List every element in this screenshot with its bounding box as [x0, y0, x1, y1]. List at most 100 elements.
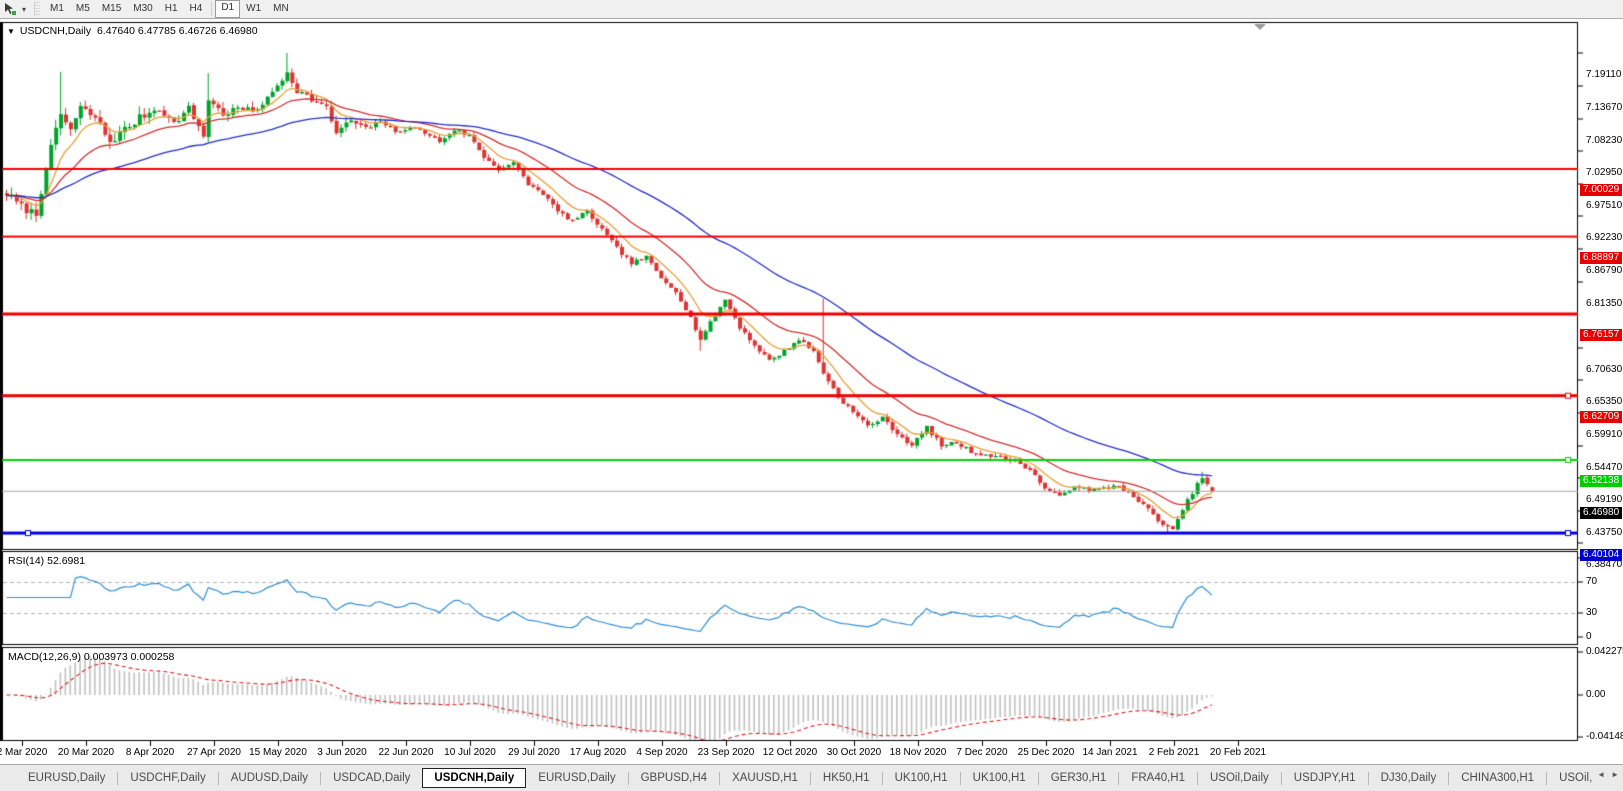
date-tick-label: 17 Aug 2020: [570, 747, 626, 758]
chart-tab-uk100-h1[interactable]: UK100,H1: [883, 769, 960, 787]
chart-tab-eurusd-daily[interactable]: EURUSD,Daily: [526, 769, 627, 787]
mt4-window: { "toolbar": { "cursor_icon": "chart-cur…: [0, 0, 1623, 791]
symbol-name: USDCNH,Daily: [20, 25, 91, 37]
chevron-down-icon[interactable]: ▾: [20, 5, 30, 14]
price-tick-label: 6.65350: [1586, 396, 1622, 407]
rsi-name: RSI(14): [8, 555, 44, 567]
chart-tab-usdcnh-daily[interactable]: USDCNH,Daily: [422, 768, 526, 788]
price-tick-label: 6.59910: [1586, 429, 1622, 440]
date-tick-label: 29 Jul 2020: [508, 747, 560, 758]
date-tick-label: 4 Sep 2020: [636, 747, 687, 758]
chart-tab-usdchf-daily[interactable]: USDCHF,Daily: [118, 769, 217, 787]
date-tick-label: 14 Jan 2021: [1082, 747, 1137, 758]
price-line-badge: 7.00029: [1580, 184, 1622, 196]
price-tick-label: 7.13670: [1586, 102, 1622, 113]
period-button-m30[interactable]: M30: [127, 1, 158, 17]
toolbar-separator: [211, 2, 212, 16]
rsi-label: RSI(14) 52.6981: [8, 555, 85, 567]
ohlc-open: 6.47640: [97, 25, 135, 37]
price-tick-label: 6.54470: [1586, 462, 1622, 473]
rsi-tick-label: 30: [1586, 607, 1597, 618]
price-tick-label: 6.81350: [1586, 298, 1622, 309]
macd-signal-value: 0.000258: [131, 651, 175, 663]
toolbar-grip[interactable]: [34, 2, 40, 16]
date-tick-label: 25 Dec 2020: [1018, 747, 1075, 758]
price-tick-label: 6.70630: [1586, 364, 1622, 375]
price-line-badge: 6.52138: [1580, 475, 1622, 487]
date-tick-label: 3 Jun 2020: [317, 747, 367, 758]
rsi-value: 52.6981: [47, 555, 85, 567]
macd-main-value: 0.003973: [84, 651, 128, 663]
macd-name: MACD(12,26,9): [8, 651, 81, 663]
rsi-tick-label: 0: [1586, 631, 1592, 642]
ohlc-low: 6.46726: [179, 25, 217, 37]
date-tick-label: 30 Oct 2020: [827, 747, 881, 758]
chart-tab-bar: EURUSD,DailyUSDCHF,DailyAUDUSD,DailyUSDC…: [0, 764, 1623, 791]
chart-tab-ger30-h1[interactable]: GER30,H1: [1039, 769, 1119, 787]
tab-scroll-buttons: ◄ ►: [1597, 770, 1619, 779]
date-tick-label: 20 Feb 2021: [1210, 747, 1266, 758]
price-tick-label: 6.86790: [1586, 265, 1622, 276]
macd-label: MACD(12,26,9) 0.003973 0.000258: [8, 651, 174, 663]
period-button-h4[interactable]: H4: [184, 1, 209, 17]
date-tick-label: 20 Mar 2020: [58, 747, 114, 758]
date-tick-label: 8 Apr 2020: [126, 747, 174, 758]
period-button-w1[interactable]: W1: [240, 1, 267, 17]
chart-tab-usdjpy-h1[interactable]: USDJPY,H1: [1282, 769, 1368, 787]
toolbar: ▾ M1M5M15M30H1H4 D1W1MN: [0, 0, 1623, 19]
period-button-m5[interactable]: M5: [70, 1, 96, 17]
ohlc-close: 6.46980: [220, 25, 258, 37]
ohlc-high: 6.47785: [138, 25, 176, 37]
date-tick-label: 18 Nov 2020: [890, 747, 947, 758]
macd-tick-label: -0.04148: [1586, 731, 1623, 742]
chart-tab-china300-h1[interactable]: CHINA300,H1: [1449, 769, 1546, 787]
price-line-badge: 6.62709: [1580, 411, 1622, 423]
chart-tab-gbpusd-h4[interactable]: GBPUSD,H4: [629, 769, 719, 787]
price-tick-label: 7.02950: [1586, 167, 1622, 178]
chart-title: ▼ USDCNH,Daily 6.47640 6.47785 6.46726 6.…: [7, 25, 258, 37]
date-tick-label: 10 Jul 2020: [444, 747, 496, 758]
period-button-m15[interactable]: M15: [96, 1, 127, 17]
price-tick-label: 7.08230: [1586, 135, 1622, 146]
price-line-badge: 6.40104: [1580, 549, 1622, 561]
period-button-d1[interactable]: D1: [215, 0, 240, 18]
chart-tab-eurusd-daily[interactable]: EURUSD,Daily: [16, 769, 117, 787]
price-tick-label: 6.49190: [1586, 494, 1622, 505]
price-axis[interactable]: 7.191107.136707.082307.029506.975106.922…: [1578, 22, 1623, 741]
macd-tick-label: 0.042275: [1586, 646, 1623, 657]
chart-tab-usoil-daily[interactable]: USOil,Daily: [1198, 769, 1281, 787]
chart-tab-usdcad-daily[interactable]: USDCAD,Daily: [321, 769, 422, 787]
date-axis[interactable]: 2 Mar 202020 Mar 20208 Apr 202027 Apr 20…: [0, 741, 1578, 763]
symbol-dropdown-icon[interactable]: ▼: [7, 27, 15, 36]
price-line-badge: 6.88897: [1580, 252, 1622, 264]
price-tick-label: 6.97510: [1586, 200, 1622, 211]
date-tick-label: 27 Apr 2020: [187, 747, 241, 758]
period-toolbar: M1M5M15M30H1H4 D1W1MN: [44, 0, 295, 18]
chart-canvas[interactable]: [0, 0, 1623, 791]
chart-tab-usoil-[interactable]: USOil,: [1547, 769, 1604, 787]
price-tick-label: 6.92230: [1586, 232, 1622, 243]
period-button-h1[interactable]: H1: [159, 1, 184, 17]
macd-tick-label: 0.00: [1586, 689, 1605, 700]
chart-tab-audusd-daily[interactable]: AUDUSD,Daily: [219, 769, 320, 787]
chart-tab-xauusd-h1[interactable]: XAUUSD,H1: [720, 769, 810, 787]
date-tick-label: 23 Sep 2020: [698, 747, 755, 758]
date-tick-label: 22 Jun 2020: [378, 747, 433, 758]
chart-tab-uk100-h1[interactable]: UK100,H1: [961, 769, 1038, 787]
chart-tab-fra40-h1[interactable]: FRA40,H1: [1119, 769, 1197, 787]
chart-tab-dj30-daily[interactable]: DJ30,Daily: [1369, 769, 1449, 787]
chart-cursor-icon[interactable]: [0, 1, 20, 17]
chart-tab-hk50-h1[interactable]: HK50,H1: [811, 769, 882, 787]
period-button-mn[interactable]: MN: [267, 1, 295, 17]
date-tick-label: 12 Oct 2020: [763, 747, 817, 758]
price-tick-label: 6.43750: [1586, 527, 1622, 538]
date-tick-label: 2 Feb 2021: [1149, 747, 1200, 758]
rsi-tick-label: 70: [1586, 576, 1597, 587]
tab-scroll-left-icon[interactable]: ◄: [1597, 770, 1605, 779]
price-line-badge: 6.46980: [1580, 507, 1622, 519]
price-line-badge: 6.76157: [1580, 329, 1622, 341]
date-tick-label: 15 May 2020: [249, 747, 307, 758]
period-button-m1[interactable]: M1: [44, 1, 70, 17]
date-tick-label: 7 Dec 2020: [956, 747, 1007, 758]
tab-scroll-right-icon[interactable]: ►: [1611, 770, 1619, 779]
